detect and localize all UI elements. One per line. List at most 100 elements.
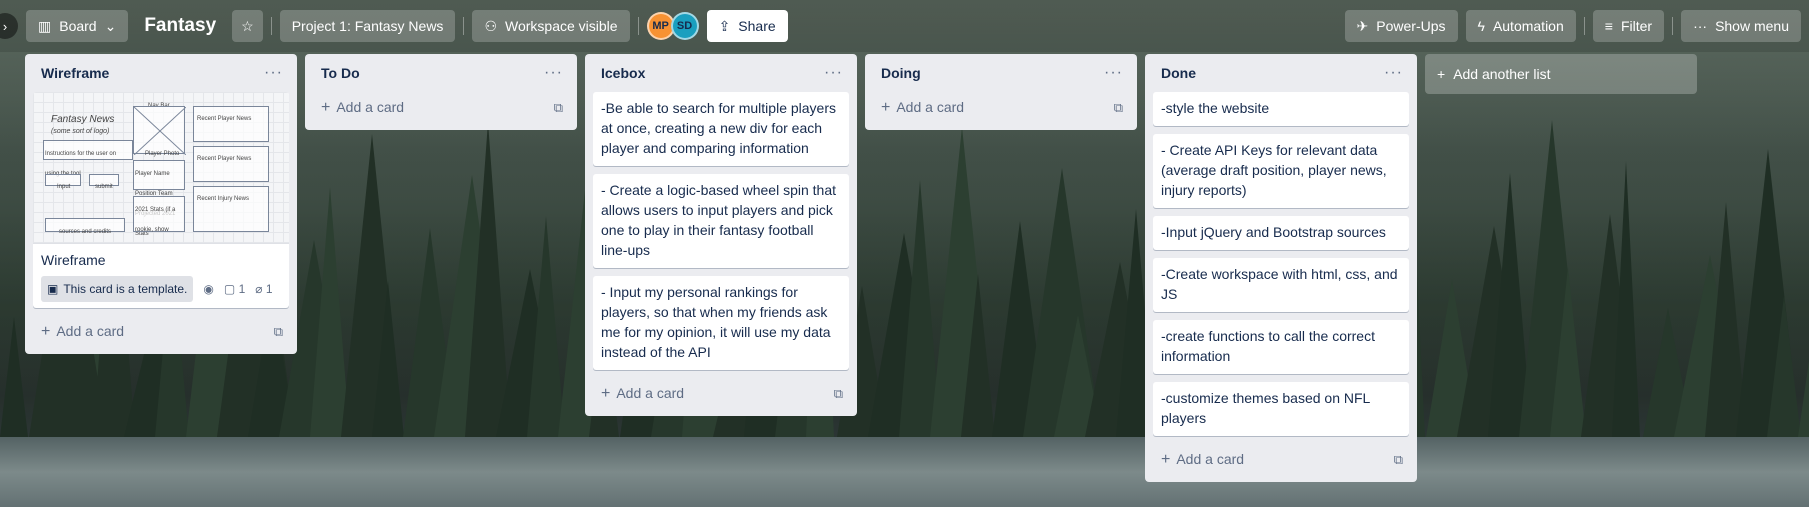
list-header: Doing ··· (873, 54, 1129, 92)
comment-badge: ▢ 1 (224, 279, 245, 299)
template-badge-label: This card is a template. (63, 282, 188, 296)
member-avatars: MP SD (646, 12, 699, 40)
chevron-right-icon: › (2, 18, 8, 34)
automation-button[interactable]: ϟ Automation (1465, 10, 1576, 42)
list-menu-icon[interactable]: ··· (1104, 64, 1123, 82)
divider (463, 17, 465, 35)
more-icon: ··· (1693, 18, 1708, 34)
chevron-down-icon: ⌄ (104, 17, 117, 34)
list-card[interactable]: -Create workspace with html, css, and JS (1153, 258, 1409, 312)
share-button[interactable]: ⇪ Share (706, 10, 788, 42)
add-card-button[interactable]: + Add a card (601, 385, 684, 403)
add-card-row: + Add a card ⧉ (873, 92, 1129, 124)
thumb-input: Input (57, 184, 71, 190)
attachment-count: 1 (265, 282, 273, 296)
list-menu-icon[interactable]: ··· (824, 64, 843, 82)
automation-label: Automation (1492, 18, 1564, 34)
add-list-button[interactable]: + Add another list (1425, 54, 1697, 94)
board-title[interactable]: Fantasy (136, 15, 224, 37)
avatar[interactable]: SD (670, 12, 699, 40)
powerups-label: Power-Ups (1376, 18, 1446, 34)
list-menu-icon[interactable]: ··· (544, 64, 563, 82)
list-title[interactable]: Wireframe (41, 65, 109, 81)
thumb-news2: Recent Player News (197, 156, 252, 162)
list-card[interactable]: - Input my personal rankings for players… (593, 276, 849, 370)
people-icon: ⚇ (484, 17, 497, 34)
lightning-icon: ϟ (1477, 18, 1485, 34)
board-header: › ▥ Board ⌄ Fantasy ☆ Project 1: Fantasy… (0, 0, 1809, 52)
list-menu-icon[interactable]: ··· (264, 64, 283, 82)
add-card-label: Add a card (56, 323, 125, 339)
list-title[interactable]: Doing (881, 65, 921, 81)
expand-sidebar-button[interactable]: › (0, 13, 18, 39)
list-card[interactable]: -customize themes based on NFL players (1153, 382, 1409, 436)
thumb-injury: Recent Injury News (197, 196, 250, 202)
list-card[interactable]: - Create API Keys for relevant data (ave… (1153, 134, 1409, 208)
visibility-button[interactable]: ⚇ Workspace visible (472, 10, 630, 42)
tree-silhouette (1798, 243, 1809, 437)
plus-icon: + (1161, 451, 1171, 468)
tree-silhouette (1767, 296, 1801, 437)
filter-button[interactable]: ≡ Filter (1592, 10, 1665, 42)
list-title[interactable]: To Do (321, 65, 360, 81)
list-card[interactable]: -Be able to search for multiple players … (593, 92, 849, 166)
thumb-stats2021: 2021 Stats (if a rookie, show college st… (135, 207, 176, 233)
add-list-label: Add another list (1453, 66, 1551, 82)
filter-icon: ≡ (1604, 18, 1613, 34)
wireframe-thumbnail: Nav Bar Fantasy News (some sort of logo)… (33, 92, 289, 244)
thumb-credits: sources and credits (59, 229, 112, 235)
divider (1672, 17, 1674, 35)
add-card-row: + Add a card ⧉ (33, 316, 289, 348)
list-title[interactable]: Icebox (601, 65, 645, 81)
add-card-button[interactable]: + Add a card (321, 99, 404, 117)
list-card[interactable]: -Input jQuery and Bootstrap sources (1153, 216, 1409, 250)
show-menu-button[interactable]: ··· Show menu (1681, 10, 1801, 42)
plus-icon: + (321, 99, 331, 116)
template-card[interactable]: Nav Bar Fantasy News (some sort of logo)… (33, 92, 289, 308)
list-menu-icon[interactable]: ··· (1384, 64, 1403, 82)
add-card-row: + Add a card ⧉ (313, 92, 569, 124)
powerups-button[interactable]: ✈ Power-Ups (1344, 10, 1458, 42)
view-switcher-button[interactable]: ▥ Board ⌄ (26, 10, 129, 42)
plus-icon: + (881, 99, 891, 116)
list-card[interactable]: -create functions to call the correct in… (1153, 320, 1409, 374)
tree-silhouette (0, 317, 28, 437)
add-card-button[interactable]: + Add a card (41, 323, 124, 341)
add-card-label: Add a card (896, 99, 965, 115)
plus-icon: + (41, 323, 51, 340)
menu-label: Show menu (1715, 18, 1789, 34)
list-title[interactable]: Done (1161, 65, 1196, 81)
star-button[interactable]: ☆ (232, 10, 263, 42)
card-body: Wireframe ▣ This card is a template. ◉ ▢… (33, 244, 289, 308)
add-card-label: Add a card (1176, 451, 1245, 467)
add-card-row: + Add a card ⧉ (593, 378, 849, 410)
workspace-button[interactable]: Project 1: Fantasy News (279, 10, 456, 42)
comment-icon: ▢ (223, 282, 236, 296)
add-card-button[interactable]: + Add a card (1161, 451, 1244, 469)
watch-icon: ◉ (203, 282, 214, 296)
board-canvas: Wireframe ··· Nav Bar Fantasy News (some… (25, 54, 1697, 482)
plus-icon: + (601, 385, 611, 402)
create-from-template-icon[interactable]: ⧉ (274, 324, 283, 340)
filter-label: Filter (1620, 18, 1653, 34)
visibility-label: Workspace visible (505, 18, 618, 34)
create-from-template-icon[interactable]: ⧉ (1114, 100, 1123, 116)
list-card[interactable]: -style the website (1153, 92, 1409, 126)
list-doing: Doing ··· + Add a card ⧉ (865, 54, 1137, 130)
list-header: Wireframe ··· (33, 54, 289, 92)
list-header: Icebox ··· (593, 54, 849, 92)
create-from-template-icon[interactable]: ⧉ (834, 386, 843, 402)
thumb-news1: Recent Player News (197, 116, 252, 122)
attachment-badge: ⌀ 1 (255, 279, 272, 299)
share-icon: ⇪ (718, 17, 731, 34)
paperclip-icon: ⌀ (255, 282, 263, 296)
card-title: Wireframe (41, 252, 106, 268)
create-from-template-icon[interactable]: ⧉ (1394, 452, 1403, 468)
add-card-label: Add a card (616, 385, 685, 401)
list-card[interactable]: - Create a logic-based wheel spin that a… (593, 174, 849, 268)
list-header: To Do ··· (313, 54, 569, 92)
add-card-label: Add a card (336, 99, 405, 115)
create-from-template-icon[interactable]: ⧉ (554, 100, 563, 116)
list-done: Done ··· -style the website - Create API… (1145, 54, 1417, 482)
add-card-button[interactable]: + Add a card (881, 99, 964, 117)
